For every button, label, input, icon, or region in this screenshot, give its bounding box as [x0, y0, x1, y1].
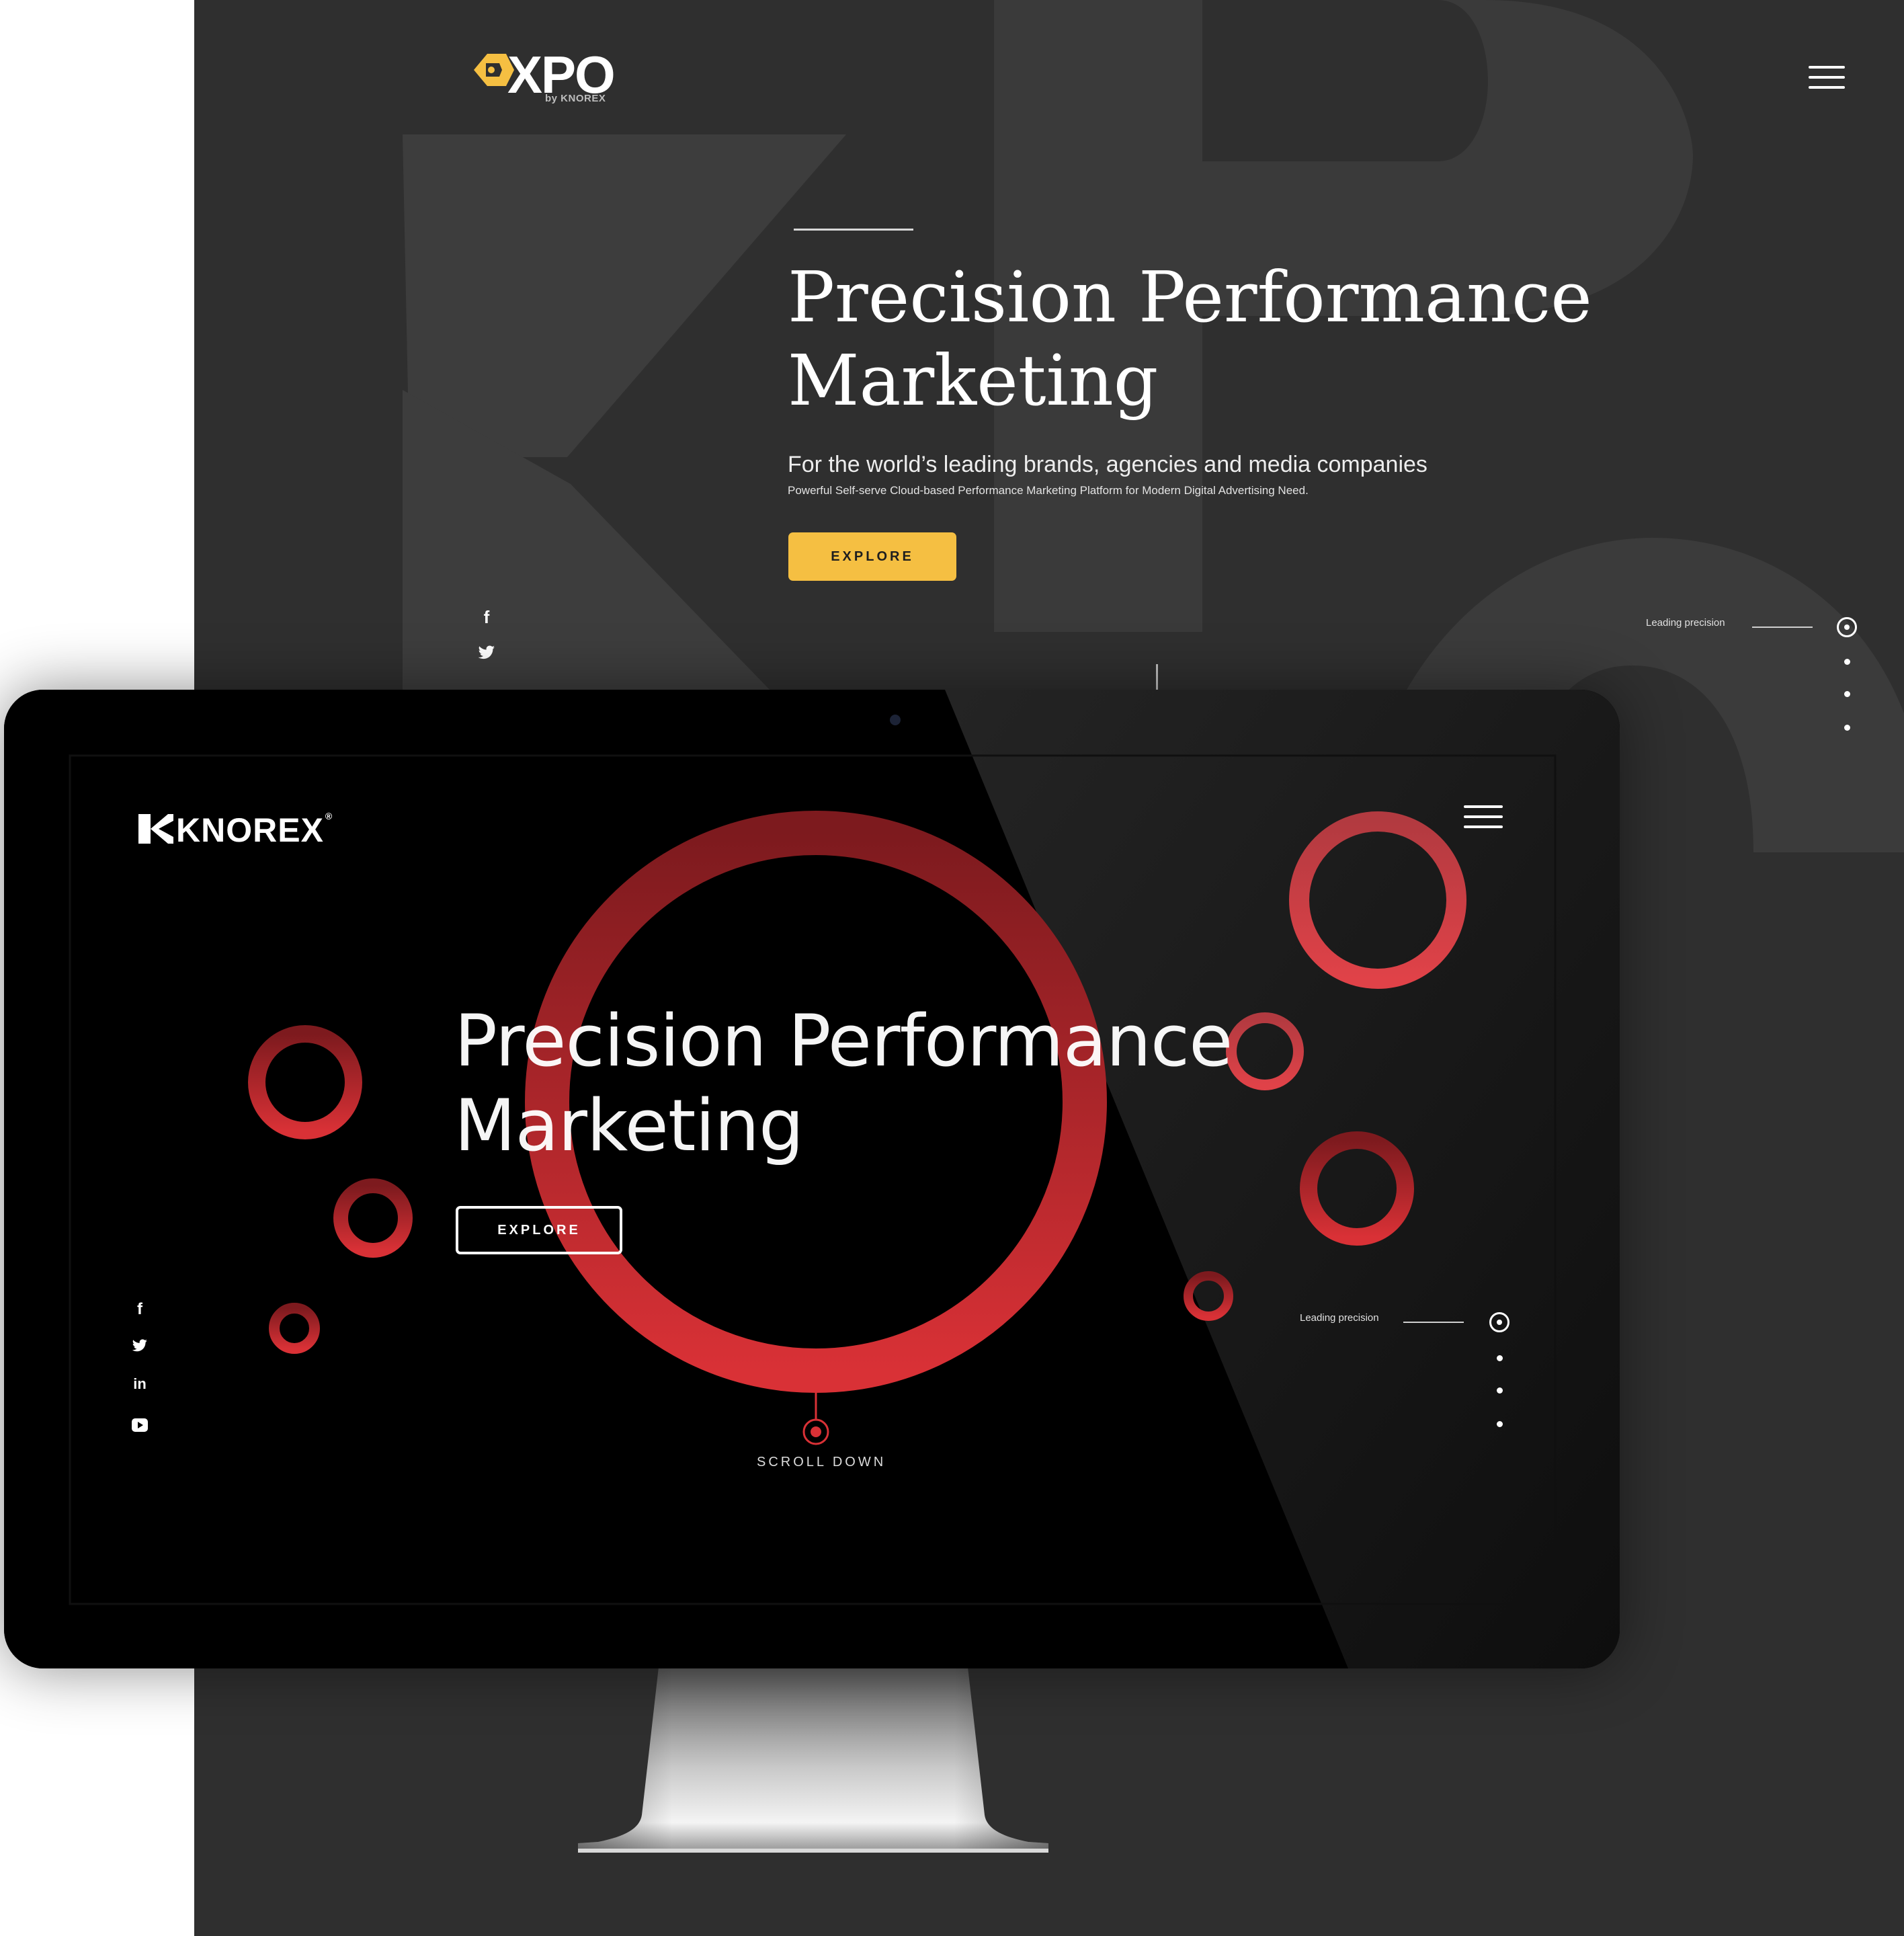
xpo-hero-title-line1: Precision Performance	[788, 256, 1592, 338]
xpo-target-icon[interactable]	[1837, 617, 1857, 637]
webcam-dot	[890, 715, 901, 725]
knorex-twitter-icon[interactable]	[128, 1339, 152, 1353]
knorex-leading-line	[1403, 1322, 1464, 1323]
knorex-nav-dot[interactable]	[1497, 1387, 1503, 1394]
knorex-linkedin-icon[interactable]: in	[128, 1375, 152, 1393]
xpo-explore-button[interactable]: EXPLORE	[788, 532, 956, 581]
xpo-nav-dot[interactable]	[1844, 659, 1850, 665]
knorex-explore-button[interactable]: EXPLORE	[456, 1206, 622, 1254]
knorex-logo-icon[interactable]	[138, 814, 173, 844]
knorex-nav-dot[interactable]	[1497, 1421, 1503, 1427]
xpo-scroll-line	[1156, 664, 1158, 691]
knorex-hero-title-line2: Marketing	[454, 1084, 804, 1167]
xpo-hero-subtitle: For the world’s leading brands, agencies…	[788, 452, 1427, 477]
xpo-hero-title: Precision Performance Marketing	[788, 255, 1796, 422]
knorex-logo-text[interactable]: KNOREX ®	[176, 811, 333, 850]
xpo-leading-precision-label: Leading precision	[1646, 617, 1725, 629]
knorex-facebook-icon[interactable]: f	[128, 1300, 152, 1319]
knorex-scroll-down-label[interactable]: SCROLL DOWN	[757, 1455, 886, 1470]
knorex-leading-precision-label: Leading precision	[1300, 1312, 1379, 1324]
xpo-nav-dot[interactable]	[1844, 691, 1850, 697]
xpo-hamburger-menu-icon[interactable]	[1809, 66, 1845, 89]
knorex-nav-dot[interactable]	[1497, 1355, 1503, 1361]
knorex-hero-title: Precision Performance Marketing	[454, 999, 1328, 1168]
knorex-target-icon[interactable]	[1489, 1312, 1509, 1332]
xpo-title-divider	[794, 229, 913, 231]
xpo-facebook-icon[interactable]: f	[477, 607, 497, 628]
monitor-frame: KNOREX ® Precision Performance Marketing …	[4, 690, 1620, 1668]
knorex-hero-title-line1: Precision Performance	[454, 1000, 1233, 1082]
knorex-youtube-icon[interactable]	[128, 1418, 152, 1432]
xpo-logo-subtext: by KNOREX	[545, 93, 606, 104]
xpo-hero-title-line2: Marketing	[788, 339, 1159, 421]
monitor-stand	[578, 1667, 1048, 1853]
xpo-hero-description: Powerful Self-serve Cloud-based Performa…	[788, 484, 1309, 497]
xpo-leading-line	[1752, 627, 1813, 628]
xpo-nav-dot[interactable]	[1844, 725, 1850, 731]
knorex-hamburger-menu-icon[interactable]	[1464, 805, 1503, 828]
xpo-twitter-icon[interactable]	[477, 645, 497, 660]
